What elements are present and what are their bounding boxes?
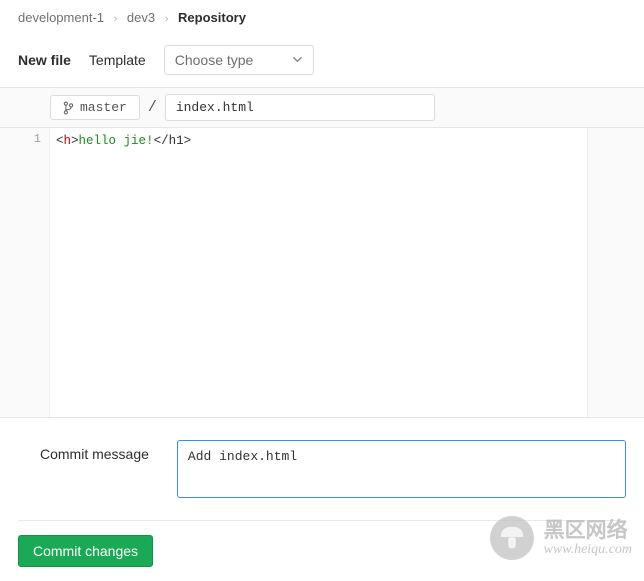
breadcrumb-current: Repository (178, 10, 246, 25)
file-header: master / (0, 87, 644, 128)
chevron-down-icon (292, 52, 303, 68)
code-editor[interactable]: 1 <h>hello jie!</h1> (0, 128, 644, 418)
breadcrumb-item-1[interactable]: development-1 (18, 10, 104, 25)
breadcrumb: development-1 › dev3 › Repository (0, 0, 644, 35)
line-number: 1 (0, 132, 41, 146)
editor-right-strip (588, 128, 644, 417)
template-label: Template (89, 52, 146, 68)
template-select[interactable]: Choose type (164, 45, 314, 75)
breadcrumb-item-2[interactable]: dev3 (127, 10, 155, 25)
toolbar: New file Template Choose type (0, 35, 644, 87)
watermark: 黑区网络 www.heiqu.com (490, 516, 632, 560)
commit-message-label: Commit message (40, 440, 149, 462)
watermark-text: 黑区网络 www.heiqu.com (544, 519, 632, 557)
editor-content[interactable]: <h>hello jie!</h1> (50, 128, 588, 417)
watermark-line2: www.heiqu.com (544, 542, 632, 557)
breadcrumb-sep: › (114, 13, 118, 25)
commit-message-row: Commit message Add index.html (0, 418, 644, 520)
breadcrumb-sep: › (165, 13, 169, 25)
template-select-value: Choose type (175, 52, 254, 68)
branch-name: master (80, 100, 127, 115)
editor-gutter: 1 (0, 128, 50, 417)
git-branch-icon (63, 101, 74, 115)
path-separator: / (148, 99, 157, 116)
filename-input[interactable] (165, 94, 435, 121)
new-file-label: New file (18, 52, 71, 68)
branch-selector[interactable]: master (50, 95, 140, 120)
commit-changes-button[interactable]: Commit changes (18, 535, 153, 567)
commit-message-input[interactable]: Add index.html (177, 440, 626, 498)
watermark-line1: 黑区网络 (544, 519, 632, 542)
mushroom-icon (490, 516, 534, 560)
